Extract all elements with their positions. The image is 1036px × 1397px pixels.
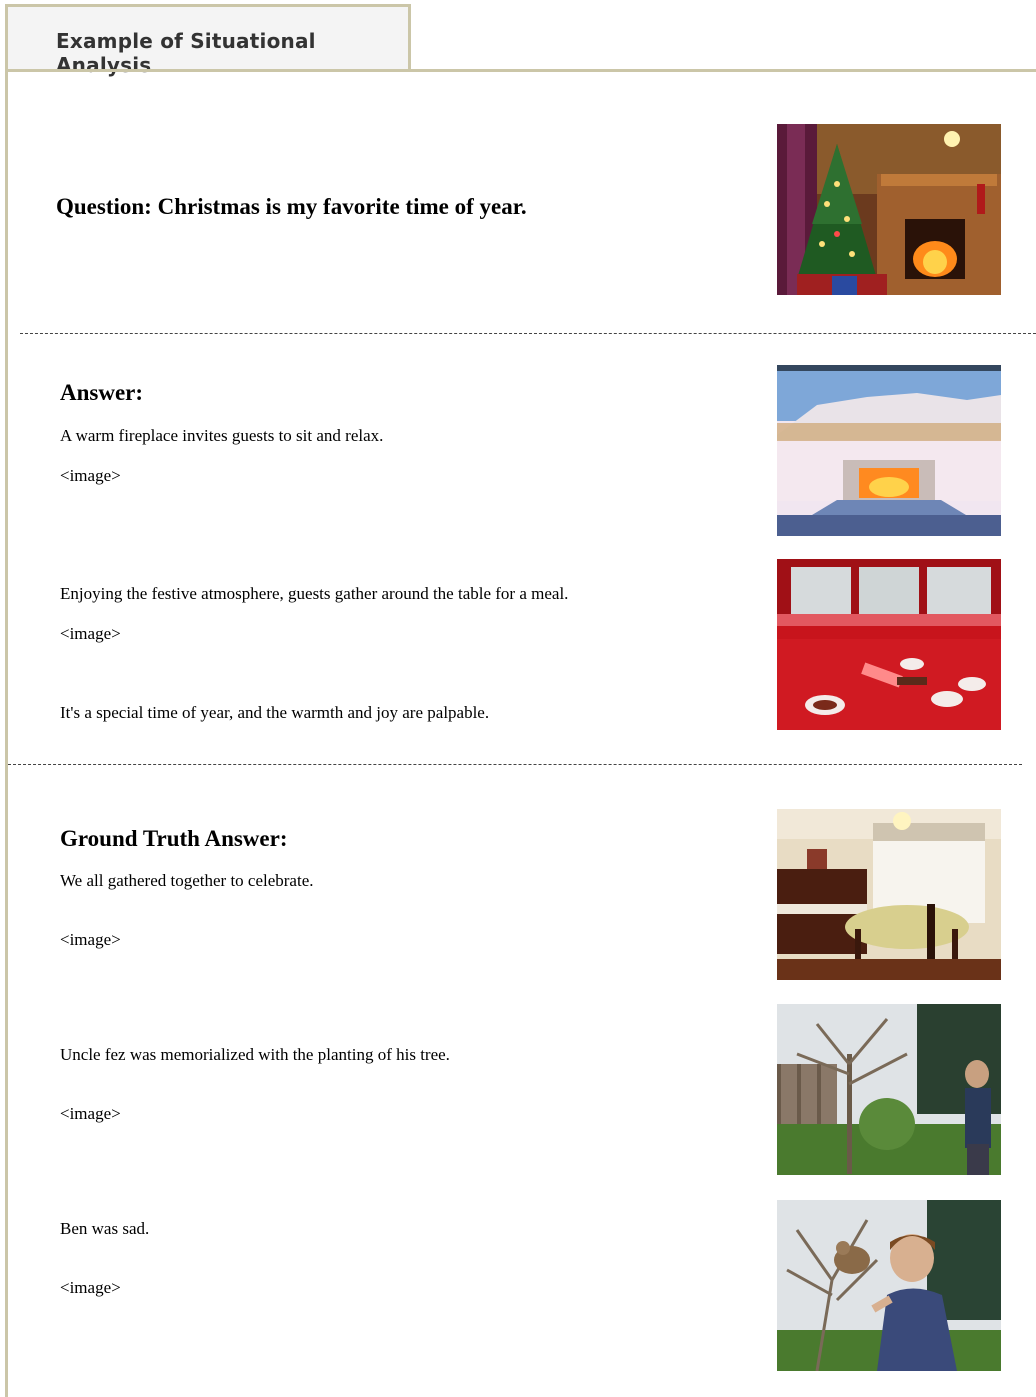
ground-truth-line: Uncle fez was memorialized with the plan… [60, 1045, 450, 1064]
image-placeholder: <image> [60, 624, 121, 643]
ground-truth-image-dining-room [777, 809, 1001, 980]
answer-line: A warm fireplace invites guests to sit a… [60, 426, 384, 445]
section-divider [20, 333, 1036, 334]
answer-heading: Answer: [60, 380, 144, 405]
answer-line: It's a special time of year, and the war… [60, 703, 490, 722]
ground-truth-image-boy-with-cat [777, 1200, 1001, 1371]
question-text: Question: Christmas is my favorite time … [56, 194, 527, 219]
frame-left-rule [5, 69, 8, 1397]
ground-truth-heading: Ground Truth Answer: [60, 826, 288, 851]
ground-truth-image-garden-tree [777, 1004, 1001, 1175]
answer-line: Enjoying the festive atmosphere, guests … [60, 584, 569, 603]
section-tab: Example of Situational Analysis [5, 4, 411, 77]
ground-truth-line: Ben was sad. [60, 1219, 150, 1238]
section-divider [8, 764, 1022, 765]
ground-truth-line: We all gathered together to celebrate. [60, 871, 314, 890]
frame-top-rule [5, 69, 1036, 72]
answer-image-festive-table [777, 559, 1001, 730]
image-placeholder: <image> [60, 466, 121, 485]
image-placeholder: <image> [60, 1104, 121, 1123]
question-image-christmas-tree-fireplace [777, 124, 1001, 295]
image-placeholder: <image> [60, 930, 121, 949]
answer-image-snowy-fireplace [777, 365, 1001, 536]
image-placeholder: <image> [60, 1278, 121, 1297]
